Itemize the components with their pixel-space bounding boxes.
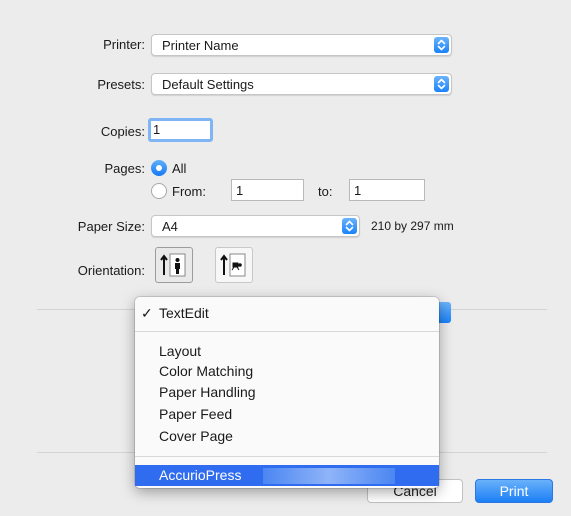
- menu-item-label: Color Matching: [159, 363, 254, 379]
- pages-label: Pages:: [104, 161, 145, 176]
- print-button[interactable]: Print: [475, 479, 553, 503]
- printer-value: Printer Name: [162, 38, 239, 53]
- menu-item-label: Paper Handling: [159, 384, 256, 400]
- presets-value: Default Settings: [162, 77, 254, 92]
- menu-item-color-matching[interactable]: Color Matching: [135, 361, 439, 381]
- paper-size-dimensions: 210 by 297 mm: [371, 219, 454, 233]
- printer-label: Printer:: [103, 37, 145, 52]
- pages-from-value: 1: [236, 183, 244, 198]
- menu-item-label: TextEdit: [159, 305, 209, 321]
- pages-all-radio[interactable]: [151, 160, 167, 176]
- menu-item-paper-feed[interactable]: Paper Feed: [135, 404, 439, 424]
- hidden-popup-stepper-icon: [437, 302, 451, 323]
- portrait-orientation-icon: [160, 253, 186, 277]
- landscape-orientation-button[interactable]: [215, 247, 253, 283]
- menu-item-label: AccurioPress: [159, 467, 242, 483]
- presets-label: Presets:: [97, 77, 145, 92]
- menu-item-layout[interactable]: Layout: [135, 341, 439, 361]
- printer-popup[interactable]: Printer Name: [151, 34, 452, 56]
- pages-to-value: 1: [354, 183, 362, 198]
- menu-item-paper-handling[interactable]: Paper Handling: [135, 382, 439, 402]
- redacted-area: [263, 468, 395, 484]
- paper-size-value: A4: [162, 219, 178, 234]
- pages-range-radio[interactable]: [151, 183, 167, 199]
- menu-item-cover-page[interactable]: Cover Page: [135, 426, 439, 446]
- menu-separator: [135, 331, 439, 332]
- portrait-orientation-button[interactable]: [155, 247, 193, 283]
- copies-value: 1: [153, 122, 161, 137]
- pages-to-field[interactable]: 1: [349, 179, 425, 201]
- menu-item-accuriopress[interactable]: AccurioPress: [135, 465, 439, 486]
- popup-stepper-icon: [342, 218, 357, 234]
- menu-item-label: Paper Feed: [159, 406, 233, 422]
- copies-label: Copies:: [100, 124, 145, 139]
- pages-all-label: All: [172, 161, 187, 176]
- pages-to-label: to:: [318, 184, 333, 199]
- menu-separator: [135, 456, 439, 457]
- section-menu: ✓ TextEdit Layout Color Matching Paper H…: [135, 297, 439, 488]
- paper-size-label: Paper Size:: [77, 219, 145, 234]
- pages-from-field[interactable]: 1: [231, 179, 304, 201]
- orientation-label: Orientation:: [77, 263, 145, 278]
- popup-stepper-icon: [434, 37, 449, 53]
- pages-from-label: From:: [172, 184, 206, 199]
- presets-popup[interactable]: Default Settings: [151, 73, 452, 95]
- landscape-orientation-icon: [220, 253, 246, 277]
- menu-item-label: Layout: [159, 343, 202, 359]
- copies-field[interactable]: 1: [148, 118, 213, 142]
- menu-item-label: Cover Page: [159, 428, 233, 444]
- popup-stepper-icon: [434, 76, 449, 92]
- checkmark-icon: ✓: [141, 305, 153, 321]
- menu-item-textedit[interactable]: ✓ TextEdit: [135, 303, 439, 323]
- paper-size-popup[interactable]: A4: [151, 215, 360, 237]
